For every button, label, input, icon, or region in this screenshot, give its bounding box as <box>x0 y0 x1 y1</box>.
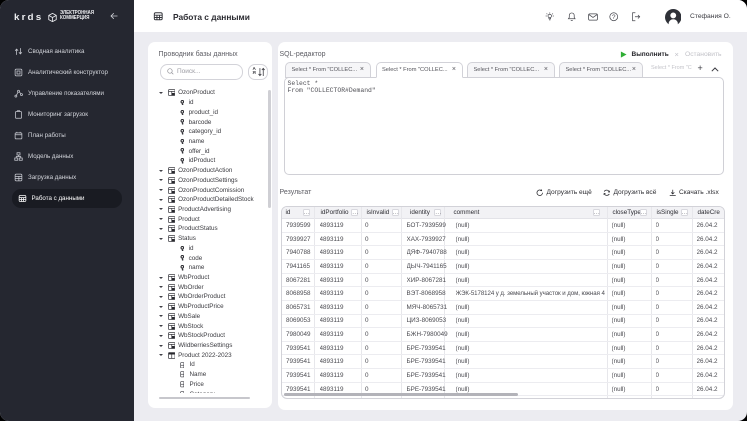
svg-text:?: ? <box>612 14 616 21</box>
